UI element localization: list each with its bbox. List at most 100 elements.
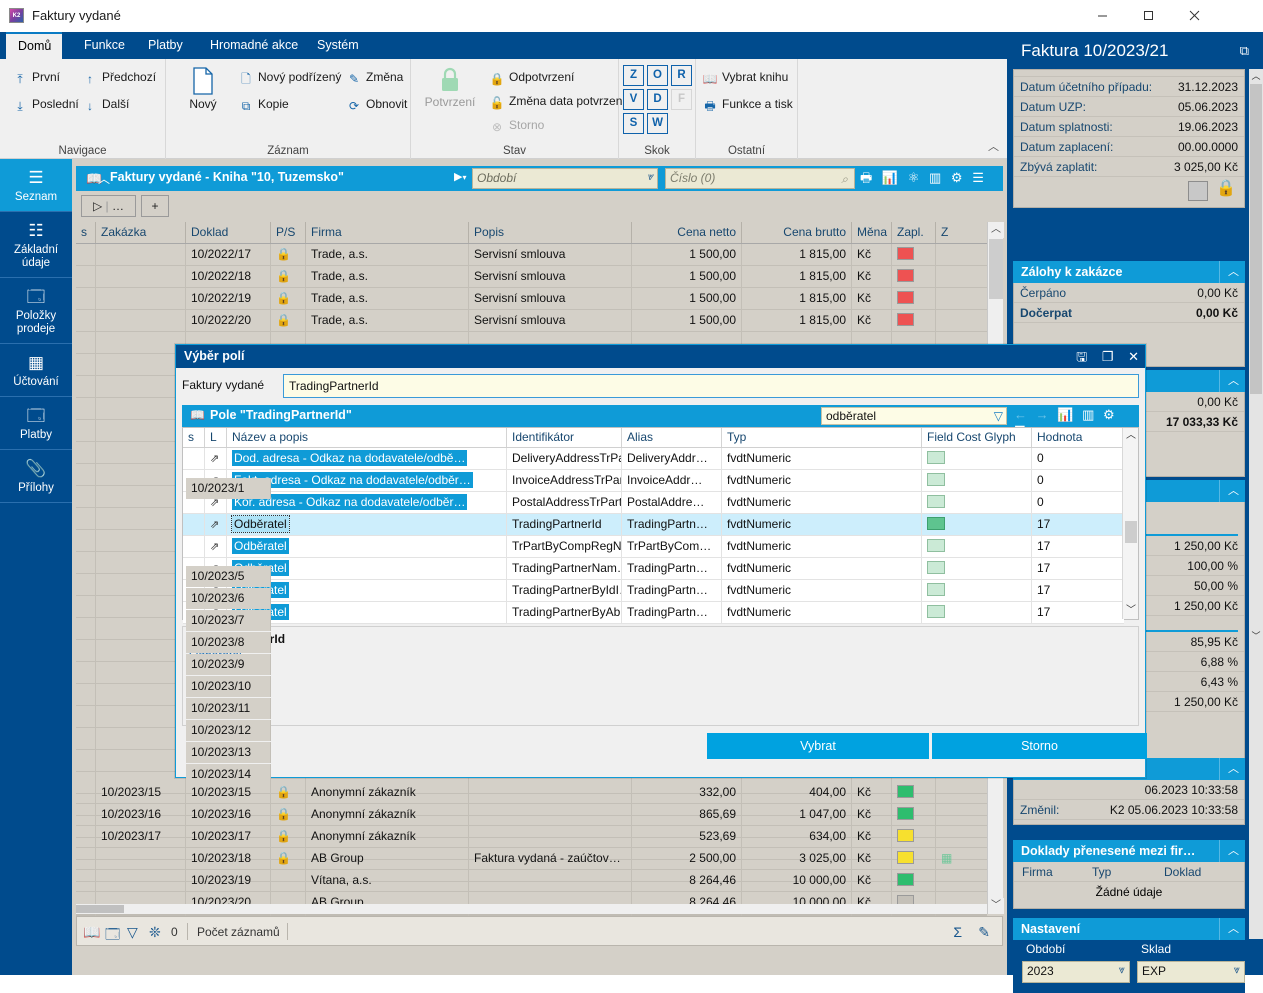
chevron-down-icon[interactable]: ⩔ [1234,964,1240,977]
grid-cell-z[interactable] [936,804,987,825]
ribbon-last-button[interactable]: ⤓ Poslední [12,97,78,114]
table-row[interactable]: 10/2022/19 🔒 Trade, a.s. Servisní smlouva 1 … [76,288,987,310]
grid-cell-zakazka[interactable] [96,288,186,309]
snowflake-icon[interactable]: ❊ [149,924,161,941]
box-icon[interactable]: 🗔 [105,924,120,948]
chevron-up-icon[interactable]: ︿ [1219,918,1239,940]
grid-cell-s[interactable] [76,354,96,375]
grid-cell-s[interactable] [76,870,96,891]
grid-cell-firma[interactable]: Vítana, a.s. [306,870,469,891]
grid-cell-zakazka[interactable] [96,486,186,507]
grid-cell-mena[interactable]: Kč [852,244,892,265]
skok-key-o[interactable]: O [647,65,668,86]
dialog-cell-typ[interactable]: fvdtNumeric [722,448,922,469]
rail-item-prilohy[interactable]: 📎 Přílohy [0,450,72,503]
grid-cell-zakazka[interactable] [96,618,186,639]
dialog-cell-hodnota[interactable]: 17 [1032,514,1124,535]
grid-cell-doklad[interactable]: 10/2023/12 [186,720,271,741]
ribbon-first-button[interactable]: ⤒ První [12,70,60,87]
scroll-thumb[interactable] [989,239,1003,299]
grid-cell-zakazka[interactable] [96,464,186,485]
grid-cell-ps[interactable]: 🔒 [271,288,306,309]
grid-cell-cena_brutto[interactable]: 634,00 [742,826,852,847]
dialog-cell-identifikator[interactable]: TradingPartnerNam… [507,558,622,579]
skok-key-z[interactable]: Z [623,65,644,86]
grid-cell-zakazka[interactable] [96,552,186,573]
grid-cell-doklad[interactable]: 10/2022/18 [186,266,271,287]
grid-cell-firma[interactable]: Trade, a.s. [306,266,469,287]
grid-cell-z[interactable] [936,266,987,287]
grid-cell-s[interactable] [76,706,96,727]
grid-cell-doklad[interactable]: 10/2022/19 [186,288,271,309]
dialog-col-identifikator[interactable]: Identifikátor [507,428,622,447]
table-row[interactable]: 10/2023/15 10/2023/15 🔒 Anonymní zákazník 33… [76,782,987,804]
skok-key-v[interactable]: V [623,89,644,110]
grid-cell-doklad[interactable]: 10/2023/7 [186,610,271,631]
hscroll-thumb[interactable] [76,905,124,913]
nastaveni-input-obdobi[interactable]: 2023 ⩔ [1022,961,1130,983]
grid-cell-cena_brutto[interactable]: 404,00 [742,782,852,803]
chevron-down-icon[interactable]: ⩔ [1119,964,1125,977]
table-row[interactable]: 10/2022/18 🔒 Trade, a.s. Servisní smlouva 1 … [76,266,987,288]
grid-cell-ps[interactable]: 🔒 [271,310,306,331]
grid-cell-ps[interactable]: 🔒 [271,782,306,803]
col-header-firma[interactable]: Firma [306,222,469,243]
grid-cell-doklad[interactable]: 10/2023/18 [186,848,271,869]
grid-cell-z[interactable] [936,288,987,309]
dialog-col-l[interactable]: L [205,428,227,447]
grid-cell-doklad[interactable]: 10/2023/16 [186,804,271,825]
scroll-up-icon[interactable]: ︿ [988,222,1004,238]
dialog-cell-alias[interactable]: PostalAddre… [622,492,722,513]
cancel-button[interactable]: Storno [932,733,1147,759]
grid-cell-zakazka[interactable] [96,354,186,375]
dialog-cell-identifikator[interactable]: DeliveryAddressTrPa… [507,448,622,469]
dialog-col-nazev[interactable]: Název a popis [227,428,507,447]
print-icon[interactable]: 🖶 [860,169,872,191]
grid-cell-s[interactable] [76,848,96,869]
grid-cell-s[interactable] [76,442,96,463]
grid-cell-z[interactable] [936,782,987,803]
link-out-icon[interactable]: ⇗ [210,541,219,553]
grid-cell-s[interactable] [76,782,96,803]
dialog-cell-hodnota[interactable]: 17 [1032,602,1124,623]
select-button[interactable]: Vybrat [707,733,929,759]
run-query-button[interactable]: ▷ | … [81,195,136,217]
scroll-down-icon[interactable]: ﹀ [988,898,1004,914]
ribbon-print-functions-button[interactable]: 🖶 Funkce a tisk [702,97,792,118]
dialog-cell-alias[interactable]: TradingPartn… [622,514,722,535]
ribbon-previous-button[interactable]: ↑ Předchozí [82,70,156,86]
grid-cell-s[interactable] [76,804,96,825]
dialog-table-row[interactable]: ⇗Fakt. adresa - Odkaz na dodavatele/odbě… [183,470,1124,492]
zalohy-section-header[interactable]: Zálohy k zakázce ︿ [1013,261,1245,283]
grid-cell-ps[interactable]: 🔒 [271,826,306,847]
dialog-path-input[interactable]: TradingPartnerId [283,374,1139,398]
grid-cell-cena_netto[interactable]: 8 264,46 [632,870,742,891]
dialog-cell-hodnota[interactable]: 17 [1032,536,1124,557]
grid-cell-doklad[interactable]: 10/2023/8 [186,632,271,653]
tab-system[interactable]: Systém [305,32,371,59]
scroll-down-icon[interactable]: ﹀ [1249,629,1263,643]
columns-icon[interactable]: ▥ [929,170,941,186]
grid-cell-doklad[interactable]: 10/2023/10 [186,676,271,697]
sum-icon[interactable]: Σ [953,924,962,940]
dialog-cell-fieldcost[interactable] [922,492,1032,513]
tab-funkce[interactable]: Funkce [72,32,137,59]
dialog-cell-alias[interactable]: TradingPartn… [622,602,722,623]
grid-cell-s[interactable] [76,486,96,507]
dialog-cell-hodnota[interactable]: 0 [1032,492,1124,513]
grid-cell-zakazka[interactable]: 10/2023/17 [96,826,186,847]
grid-cell-zapl[interactable] [892,804,936,825]
dialog-cell-identifikator[interactable]: PostalAddressTrPart… [507,492,622,513]
dialog-cell-fieldcost[interactable] [922,536,1032,557]
filter-icon[interactable]: ▽ [127,924,138,941]
grid-cell-doklad[interactable]: 10/2023/15 [186,782,271,803]
collapse-chevron-icon[interactable]: ︿ [98,170,110,187]
skok-key-d[interactable]: D [647,89,668,110]
grid-cell-zapl[interactable] [892,244,936,265]
nastaveni-section-header[interactable]: Nastavení ︿ [1013,918,1245,940]
grid-cell-zakazka[interactable] [96,266,186,287]
grid-cell-zapl[interactable] [892,782,936,803]
grid-cell-zapl[interactable] [892,848,936,869]
grid-cell-zakazka[interactable] [96,310,186,331]
rail-item-polozky-prodeje[interactable]: 🗔 Položky prodeje [0,278,72,344]
